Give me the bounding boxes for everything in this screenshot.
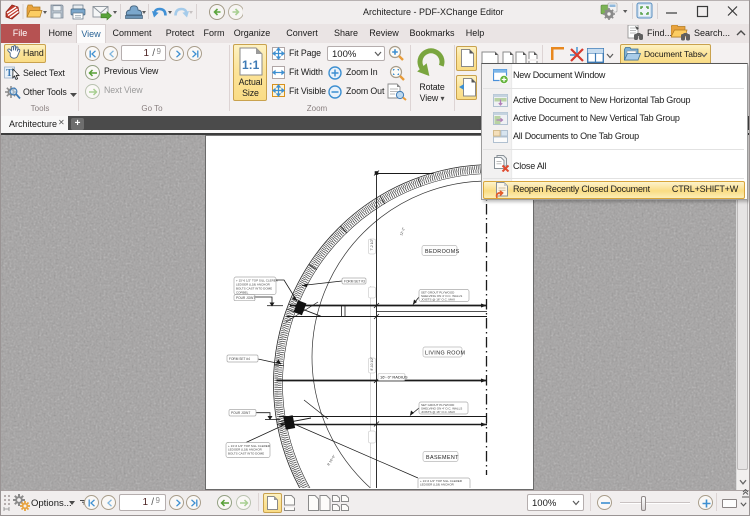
svg-text:POUR JOINT: POUR JOINT [231,411,250,415]
svg-text:CORBEL: CORBEL [236,291,249,295]
svg-text:16'- 0" RADIUS: 16'- 0" RADIUS [380,375,408,380]
svg-text:BASEMENT: BASEMENT [426,455,459,461]
svg-text:R 16'-0": R 16'-0" [326,454,336,467]
svg-text:1:1: 1:1 [242,58,260,72]
svg-text:BEDROOMS: BEDROOMS [425,249,460,255]
svg-text:POUR JOINT: POUR JOINT [236,296,255,300]
svg-text:JOISTS @ 16" O.C. MAX: JOISTS @ 16" O.C. MAX [421,410,455,414]
svg-text:7'-2 1/2": 7'-2 1/2" [370,239,374,251]
svg-text:FORM SET #3: FORM SET #3 [344,280,365,284]
svg-text:BOLTS CAST INTO DOME: BOLTS CAST INTO DOME [228,451,264,455]
svg-text:LEDGER (L18) ANCHOR: LEDGER (L18) ANCHOR [420,483,455,487]
svg-text:LIVING ROOM: LIVING ROOM [425,351,465,357]
svg-text:JOISTS @ 16" O.C. MAX: JOISTS @ 16" O.C. MAX [421,298,455,302]
svg-text:12'-2": 12'-2" [399,226,406,236]
svg-text:T: T [6,68,13,79]
svg-text:8'-10 1/2": 8'-10 1/2" [370,357,374,370]
svg-text:FORM SET #4: FORM SET #4 [229,357,250,361]
